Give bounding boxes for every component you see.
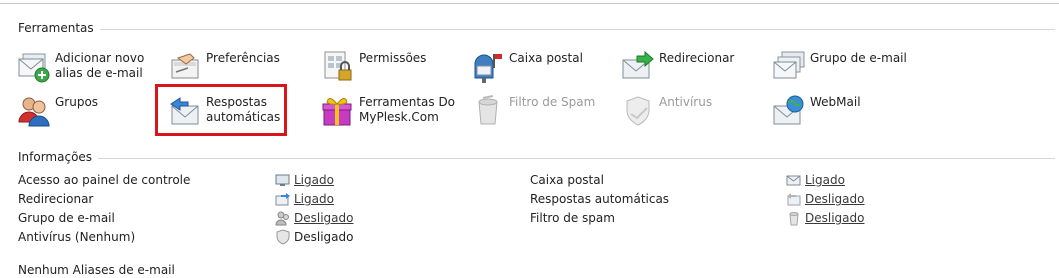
tools-section-rule xyxy=(90,29,1055,30)
gift-box-icon xyxy=(322,98,352,126)
redirect-icon xyxy=(275,193,290,206)
top-divider xyxy=(0,3,1059,4)
info-value-panel-access[interactable]: Ligado xyxy=(275,172,334,188)
spam-filter-small-icon xyxy=(789,212,799,226)
status-link[interactable]: Desligado xyxy=(805,192,864,206)
info-value-antivirus: Desligado xyxy=(275,229,353,245)
mailbox-icon xyxy=(474,54,502,83)
info-label-spam-filter: Filtro de spam xyxy=(530,211,615,225)
info-section-rule xyxy=(92,158,1055,159)
tool-email-group[interactable]: Grupo de e-mail xyxy=(772,50,907,90)
tools-section-title: Ferramentas xyxy=(18,21,100,35)
info-label-redirect: Redirecionar xyxy=(18,192,94,206)
tool-label: Redirecionar xyxy=(659,51,735,65)
info-section-title: Informações xyxy=(18,150,99,164)
auto-reply-small-icon xyxy=(787,193,801,206)
info-value-mailbox[interactable]: Ligado xyxy=(786,172,845,188)
tool-spam-filter: Filtro de Spam xyxy=(471,94,595,134)
info-label-email-group: Grupo de e-mail xyxy=(18,211,115,225)
tool-add-email-alias[interactable]: Adicionar novo alias de e-mail xyxy=(17,50,144,90)
antivirus-icon xyxy=(276,229,290,245)
tool-label: Grupos xyxy=(55,95,99,109)
email-group-user-icon xyxy=(275,211,289,226)
preferences-hand-icon xyxy=(171,53,199,79)
status-link[interactable]: Ligado xyxy=(805,173,845,187)
info-value-auto-replies[interactable]: Desligado xyxy=(786,191,864,207)
info-value-redirect[interactable]: Ligado xyxy=(275,191,334,207)
tool-permissions[interactable]: Permissões xyxy=(321,50,426,90)
tool-label: Ferramentas Do MyPlesk.Com xyxy=(359,95,456,124)
auto-replies-highlight-box xyxy=(155,84,287,136)
info-label-auto-replies: Respostas automáticas xyxy=(530,192,670,206)
tool-antivirus: Antivírus xyxy=(621,94,712,134)
tool-label: Antivírus xyxy=(659,95,713,109)
redirect-envelope-icon xyxy=(622,50,654,79)
info-value-spam-filter[interactable]: Desligado xyxy=(786,210,864,226)
tool-myplesk[interactable]: Ferramentas Do MyPlesk.Com xyxy=(321,94,455,134)
webmail-globe-icon xyxy=(773,95,804,125)
tool-label: Grupo de e-mail xyxy=(810,51,907,65)
tool-label: WebMail xyxy=(810,95,861,109)
info-value-email-group[interactable]: Desligado xyxy=(275,210,353,226)
aliases-footer-text: Nenhum Aliases de e-mail xyxy=(18,263,175,277)
antivirus-shield-icon xyxy=(626,96,650,126)
status-link[interactable]: Ligado xyxy=(294,192,334,206)
panel-access-icon xyxy=(275,174,290,186)
tool-label: Preferências xyxy=(206,51,280,65)
status-text: Desligado xyxy=(294,230,354,244)
spam-filter-icon xyxy=(478,95,498,125)
info-label-antivirus: Antivírus (Nenhum) xyxy=(18,230,136,244)
info-label-panel-access: Acesso ao painel de controle xyxy=(18,173,191,187)
tool-mailbox[interactable]: Caixa postal xyxy=(471,50,583,90)
permissions-lock-icon xyxy=(324,51,352,81)
email-group-icon xyxy=(773,51,805,79)
status-link[interactable]: Desligado xyxy=(294,211,353,225)
mailbox-small-icon xyxy=(786,175,801,186)
tool-label: Permissões xyxy=(359,51,427,65)
tool-label: Filtro de Spam xyxy=(509,95,596,109)
status-link[interactable]: Ligado xyxy=(294,173,334,187)
groups-users-icon xyxy=(18,97,50,127)
tool-label: Caixa postal xyxy=(509,51,583,65)
tool-webmail[interactable]: WebMail xyxy=(772,94,861,134)
tool-groups[interactable]: Grupos xyxy=(17,94,98,134)
add-email-alias-icon xyxy=(18,53,50,83)
tool-label: Adicionar novo alias de e-mail xyxy=(55,51,145,80)
tool-redirect[interactable]: Redirecionar xyxy=(621,50,734,90)
status-link[interactable]: Desligado xyxy=(805,211,864,225)
info-label-mailbox: Caixa postal xyxy=(530,173,604,187)
